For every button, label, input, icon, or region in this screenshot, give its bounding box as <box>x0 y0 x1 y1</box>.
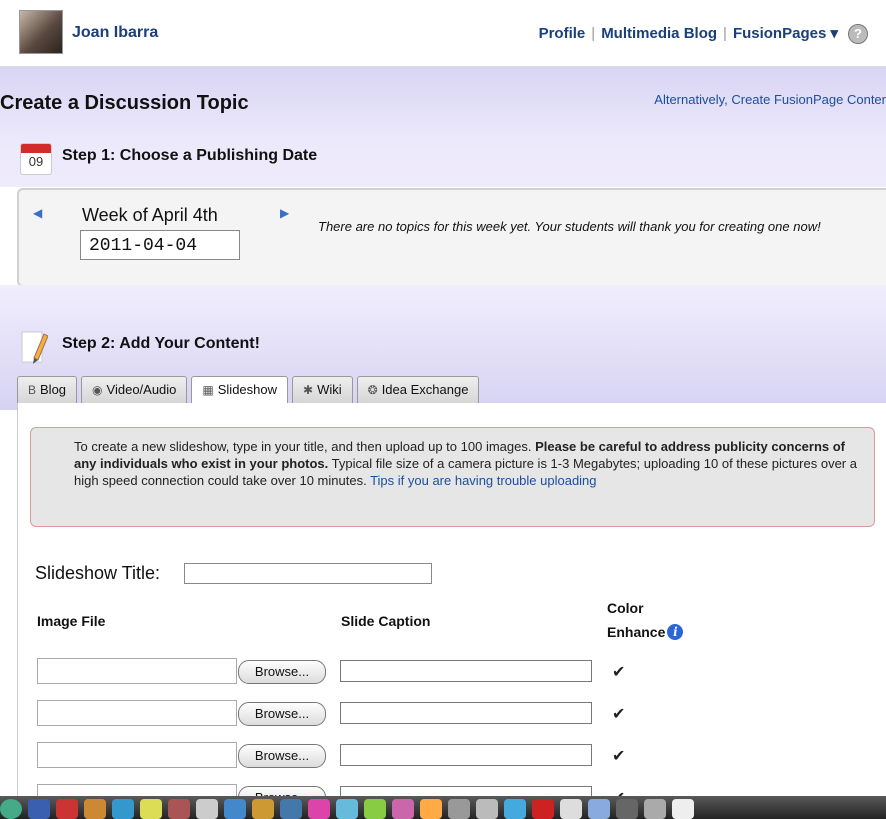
step1-heading: Step 1: Choose a Publishing Date <box>62 147 318 164</box>
nav-separator: | <box>591 25 596 42</box>
calendar-icon: 09 <box>20 143 52 175</box>
tab-label: Wiki <box>317 382 342 397</box>
blog-icon: B <box>28 383 37 397</box>
top-nav: Profile | Multimedia Blog | FusionPages ▾? <box>539 24 868 44</box>
slideshow-icon: ▦ <box>202 383 214 397</box>
dock-app-icon[interactable] <box>168 799 190 819</box>
dock-app-icon[interactable] <box>28 799 50 819</box>
dock-app-icon[interactable] <box>588 799 610 819</box>
color-enhance-header: Color <box>607 600 644 616</box>
slide-caption-input[interactable] <box>340 702 592 724</box>
dock-app-icon[interactable] <box>504 799 526 819</box>
browse-button[interactable]: Browse... <box>238 660 326 684</box>
dock-app-icon[interactable] <box>616 799 638 819</box>
wiki-icon: ✱ <box>303 383 314 397</box>
browse-button[interactable]: Browse... <box>238 702 326 726</box>
tab-label: Idea Exchange <box>381 382 469 397</box>
tab-wiki[interactable]: ✱ Wiki <box>292 376 353 403</box>
color-enhance-checkbox[interactable]: ✔ <box>612 662 625 682</box>
slideshow-title-input[interactable] <box>184 563 432 584</box>
prev-week-arrow-icon[interactable]: ◀ <box>33 206 42 220</box>
upload-notice: To create a new slideshow, type in your … <box>30 427 875 527</box>
color-enhance-checkbox[interactable]: ✔ <box>612 704 625 724</box>
slide-caption-header: Slide Caption <box>341 613 431 629</box>
username-link[interactable]: Joan Ibarra <box>72 24 158 42</box>
idea-exchange-icon: ❂ <box>367 383 378 397</box>
dock-app-icon[interactable] <box>140 799 162 819</box>
next-week-arrow-icon[interactable]: ▶ <box>280 206 289 220</box>
dock-app-icon[interactable] <box>0 799 22 819</box>
dock-app-icon[interactable] <box>336 799 358 819</box>
image-file-input[interactable] <box>37 658 237 684</box>
slide-caption-input[interactable] <box>340 660 592 682</box>
content-type-tabs: B Blog ◉ Video/Audio ▦ Slideshow ✱ Wiki ❂ Ide… <box>17 376 483 403</box>
dock-app-icon[interactable] <box>196 799 218 819</box>
color-enhance-label: Enhance <box>607 624 666 640</box>
no-topics-message: There are no topics for this week yet. Y… <box>318 219 821 234</box>
notice-text: To create a new slideshow, type in your … <box>74 439 536 454</box>
nav-multimedia-blog-link[interactable]: Multimedia Blog <box>601 25 717 42</box>
dock-app-icon[interactable] <box>644 799 666 819</box>
dock-app-icon[interactable] <box>532 799 554 819</box>
slideshow-title-label: Slideshow Title: <box>35 563 161 583</box>
nav-profile-link[interactable]: Profile <box>539 25 586 42</box>
podcast-icon: ◉ <box>92 383 103 397</box>
dock-app-icon[interactable] <box>560 799 582 819</box>
tab-video-audio[interactable]: ◉ Video/Audio <box>81 376 188 403</box>
tab-blog[interactable]: B Blog <box>17 376 78 403</box>
nav-separator: | <box>723 25 727 42</box>
dock-app-icon[interactable] <box>476 799 498 819</box>
pencil-icon <box>21 331 48 364</box>
publish-date-input[interactable]: 2011-04-04 <box>80 230 240 260</box>
tab-label: Slideshow <box>217 382 278 397</box>
dock-app-icon[interactable] <box>672 799 694 819</box>
tab-label: Video/Audio <box>106 382 177 397</box>
os-dock <box>0 796 886 819</box>
info-icon[interactable]: i <box>667 624 684 640</box>
avatar[interactable] <box>19 10 63 54</box>
week-label: Week of April 4th <box>82 205 218 225</box>
browse-button[interactable]: Browse... <box>238 744 326 768</box>
help-icon[interactable]: ? <box>848 24 868 44</box>
image-file-input[interactable] <box>37 742 237 768</box>
step1-header-band <box>0 67 886 187</box>
dock-app-icon[interactable] <box>420 799 442 819</box>
color-enhance-checkbox[interactable]: ✔ <box>612 746 625 766</box>
page-title: Create a Discussion Topic <box>0 92 249 114</box>
dock-app-icon[interactable] <box>392 799 414 819</box>
tab-slideshow[interactable]: ▦ Slideshow <box>191 376 289 403</box>
tab-label: Blog <box>40 382 67 397</box>
dock-app-icon[interactable] <box>252 799 274 819</box>
image-file-header: Image File <box>37 613 106 629</box>
nav-fusionpages-menu[interactable]: FusionPages ▾ <box>733 25 838 42</box>
dock-app-icon[interactable] <box>308 799 330 819</box>
calendar-day: 09 <box>28 154 44 169</box>
image-file-input[interactable] <box>37 700 237 726</box>
dock-app-icon[interactable] <box>364 799 386 819</box>
tab-idea-exchange[interactable]: ❂ Idea Exchange <box>356 376 480 403</box>
slide-caption-input[interactable] <box>340 744 592 766</box>
dock-app-icon[interactable] <box>224 799 246 819</box>
dock-app-icon[interactable] <box>448 799 470 819</box>
top-bar: Joan Ibarra Profile | Multimedia Blog | Fusi… <box>0 0 886 67</box>
dock-app-icon[interactable] <box>280 799 302 819</box>
color-enhance-header-line2: Enhance i <box>607 624 684 640</box>
dock-app-icon[interactable] <box>112 799 134 819</box>
step2-heading: Step 2: Add Your Content! <box>62 335 260 352</box>
dock-app-icon[interactable] <box>84 799 106 819</box>
upload-tips-link[interactable]: Tips if you are having trouble uploading <box>370 473 596 488</box>
dock-app-icon[interactable] <box>56 799 78 819</box>
create-fusionpage-link[interactable]: Alternatively, Create FusionPage Conter <box>654 92 886 107</box>
